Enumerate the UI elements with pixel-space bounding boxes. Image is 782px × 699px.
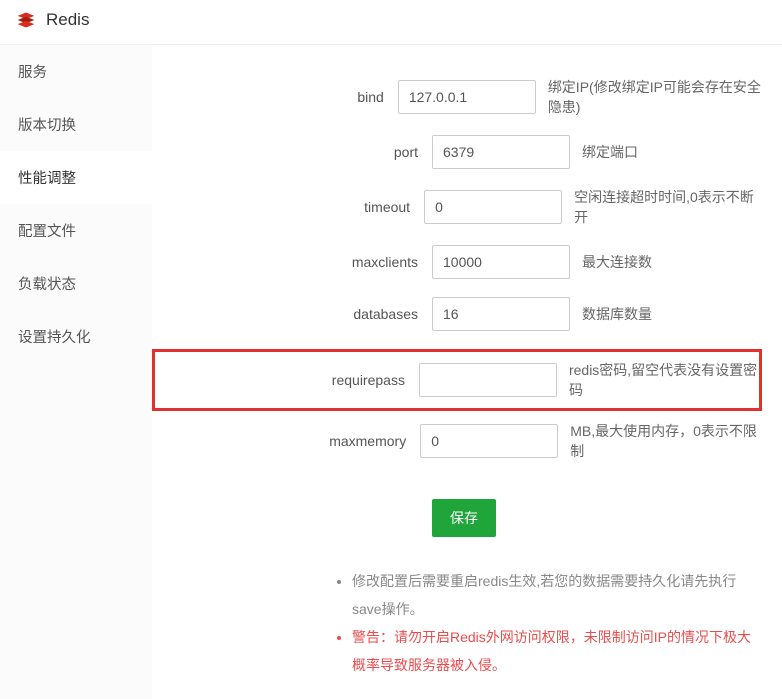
desc-maxclients: 最大连接数 xyxy=(582,252,652,272)
sidebar-item-version[interactable]: 版本切换 xyxy=(0,98,152,151)
sidebar-item-performance[interactable]: 性能调整 xyxy=(0,151,152,204)
input-maxclients[interactable] xyxy=(432,245,570,279)
row-maxmemory: maxmemory MB,最大使用内存，0表示不限制 xyxy=(152,421,762,461)
sidebar-item-persist[interactable]: 设置持久化 xyxy=(0,310,152,363)
input-requirepass[interactable] xyxy=(419,363,557,397)
sidebar: 服务 版本切换 性能调整 配置文件 负载状态 设置持久化 xyxy=(0,45,152,699)
input-maxmemory[interactable] xyxy=(420,424,558,458)
row-databases: databases 数据库数量 xyxy=(152,297,762,331)
row-bind: bind 绑定IP(修改绑定IP可能会存在安全隐患) xyxy=(152,77,762,117)
sidebar-item-service[interactable]: 服务 xyxy=(0,45,152,98)
save-button[interactable]: 保存 xyxy=(432,499,496,537)
input-bind[interactable] xyxy=(398,80,536,114)
input-port[interactable] xyxy=(432,135,570,169)
desc-requirepass: redis密码,留空代表没有设置密码 xyxy=(569,360,759,400)
page-title: Redis xyxy=(46,10,89,30)
desc-maxmemory: MB,最大使用内存，0表示不限制 xyxy=(570,421,762,461)
label-requirepass: requirepass xyxy=(155,372,419,388)
label-timeout: timeout xyxy=(152,199,424,215)
sidebar-item-config[interactable]: 配置文件 xyxy=(0,204,152,257)
desc-databases: 数据库数量 xyxy=(582,304,652,324)
notes: 修改配置后需要重启redis生效,若您的数据需要持久化请先执行save操作。 警… xyxy=(352,567,762,679)
sidebar-item-load[interactable]: 负载状态 xyxy=(0,257,152,310)
desc-bind: 绑定IP(修改绑定IP可能会存在安全隐患) xyxy=(548,77,762,117)
label-databases: databases xyxy=(152,306,432,322)
label-maxmemory: maxmemory xyxy=(152,433,420,449)
desc-timeout: 空闲连接超时时间,0表示不断开 xyxy=(574,187,762,227)
note-warning: 警告：请勿开启Redis外网访问权限，未限制访问IP的情况下极大概率导致服务器被… xyxy=(352,623,762,679)
input-timeout[interactable] xyxy=(424,190,562,224)
main-panel: bind 绑定IP(修改绑定IP可能会存在安全隐患) port 绑定端口 tim… xyxy=(152,45,782,699)
row-maxclients: maxclients 最大连接数 xyxy=(152,245,762,279)
row-port: port 绑定端口 xyxy=(152,135,762,169)
row-timeout: timeout 空闲连接超时时间,0表示不断开 xyxy=(152,187,762,227)
note-restart: 修改配置后需要重启redis生效,若您的数据需要持久化请先执行save操作。 xyxy=(352,567,762,623)
header: Redis xyxy=(0,0,782,45)
redis-logo-icon xyxy=(16,10,36,30)
label-port: port xyxy=(152,144,432,160)
input-databases[interactable] xyxy=(432,297,570,331)
desc-port: 绑定端口 xyxy=(582,142,638,162)
label-maxclients: maxclients xyxy=(152,254,432,270)
label-bind: bind xyxy=(152,89,398,105)
row-requirepass: requirepass redis密码,留空代表没有设置密码 xyxy=(152,349,762,411)
